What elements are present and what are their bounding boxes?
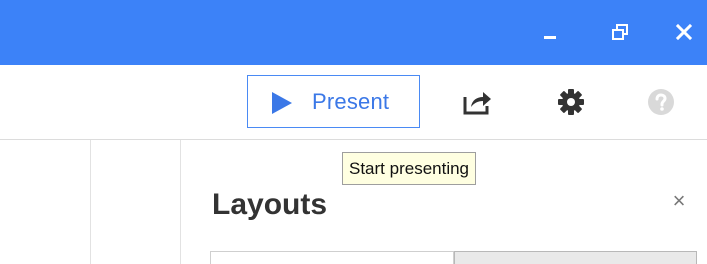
share-button[interactable] xyxy=(458,84,496,120)
play-icon xyxy=(272,92,292,114)
present-button[interactable]: Present xyxy=(247,75,420,128)
restore-icon xyxy=(612,24,628,40)
divider xyxy=(90,140,91,264)
layout-option[interactable] xyxy=(210,251,454,264)
close-window-button[interactable] xyxy=(664,14,704,50)
share-icon xyxy=(463,92,491,115)
close-icon xyxy=(675,23,693,41)
close-icon: × xyxy=(672,188,686,213)
tooltip: Start presenting xyxy=(342,152,477,185)
panel-close-button[interactable]: × xyxy=(668,190,690,212)
window-titlebar xyxy=(0,0,707,65)
panel-title: Layouts xyxy=(212,188,328,221)
layout-option[interactable] xyxy=(454,251,697,264)
gear-icon xyxy=(558,89,584,115)
minimize-icon xyxy=(544,36,556,39)
help-button[interactable] xyxy=(642,84,680,120)
restore-button[interactable] xyxy=(600,14,640,50)
toolbar: Present xyxy=(0,65,707,140)
minimize-button[interactable] xyxy=(530,14,570,50)
help-icon xyxy=(648,89,674,115)
present-button-label: Present xyxy=(312,89,390,114)
settings-button[interactable] xyxy=(552,84,590,120)
layout-options xyxy=(210,251,697,264)
